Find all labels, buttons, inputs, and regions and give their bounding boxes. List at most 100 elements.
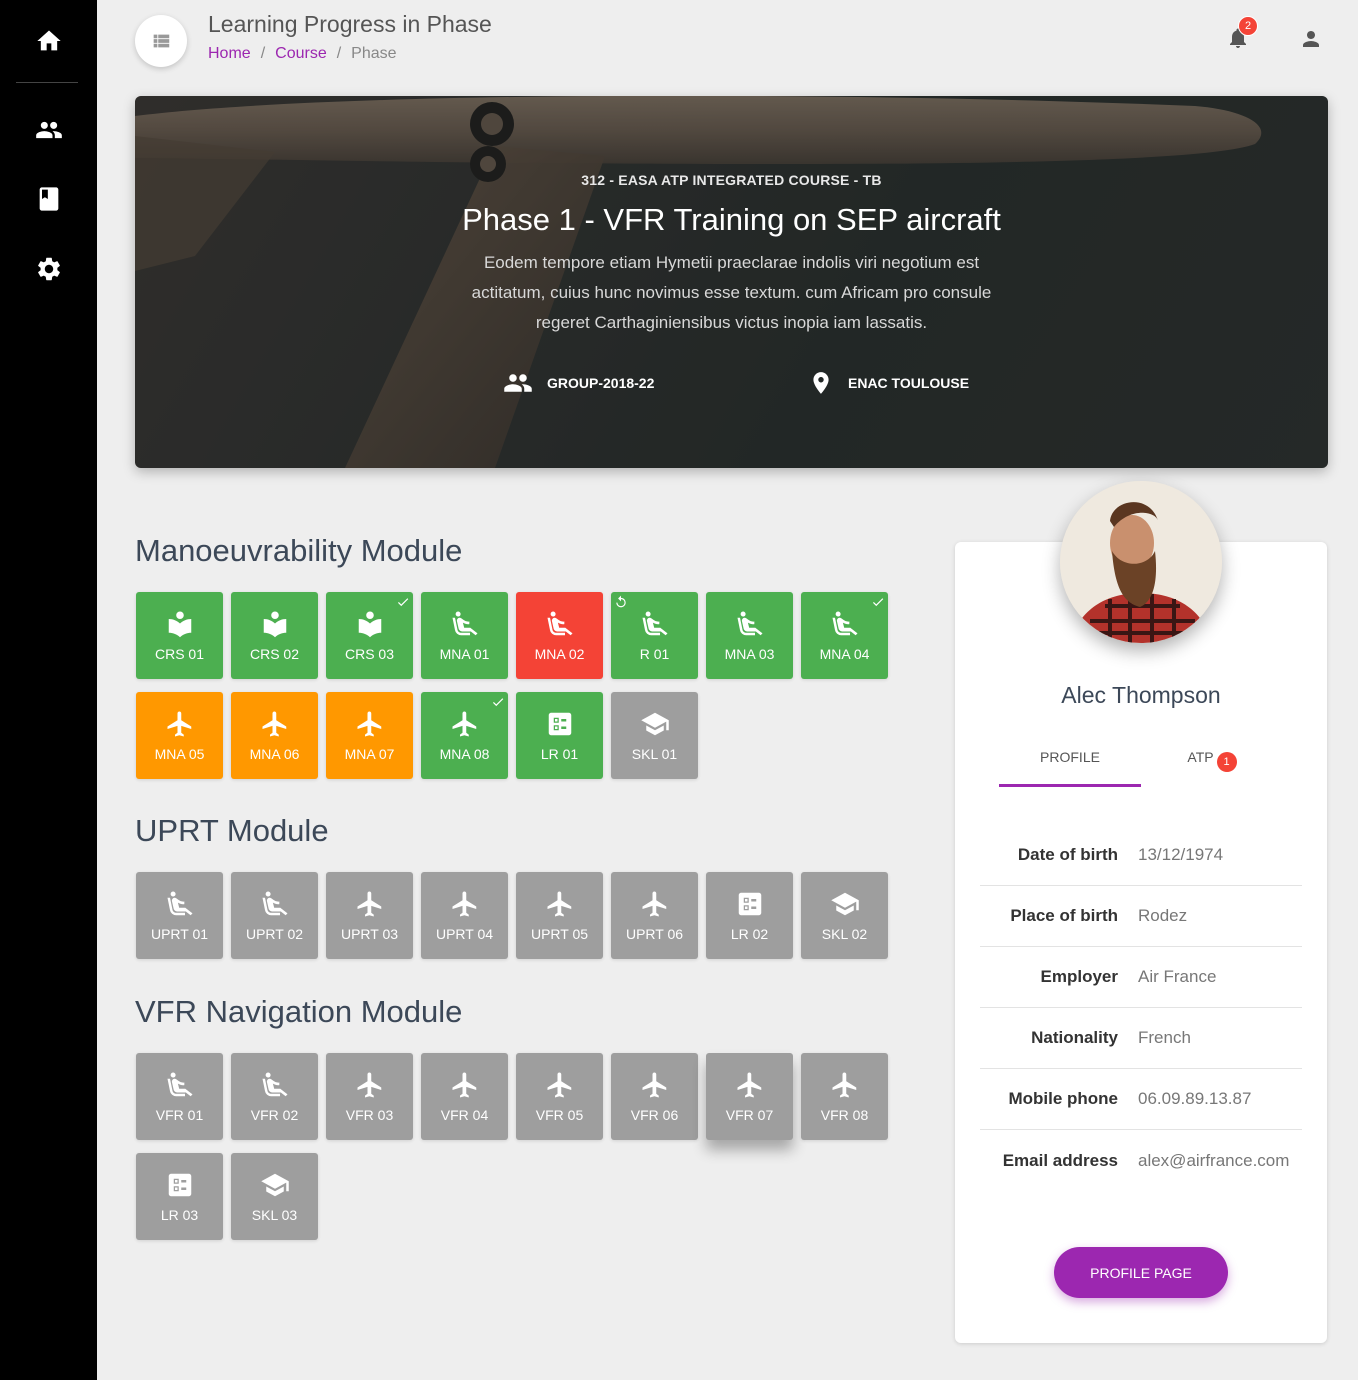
plane-icon <box>355 1070 385 1100</box>
lesson-tile[interactable]: LR 01 <box>516 692 603 779</box>
lesson-tile-label: MNA 03 <box>724 646 775 662</box>
lesson-tile[interactable]: CRS 01 <box>136 592 223 679</box>
breadcrumb-phase: Phase <box>351 45 397 62</box>
lesson-tile[interactable]: VFR 02 <box>231 1053 318 1140</box>
profile-info-row: Nationality French <box>980 1008 1302 1069</box>
lesson-tile-label: LR 01 <box>540 746 579 762</box>
lesson-tile[interactable]: LR 02 <box>706 872 793 959</box>
lesson-tile-label: MNA 07 <box>344 746 395 762</box>
lesson-tile[interactable]: VFR 05 <box>516 1053 603 1140</box>
sidebar-item-users[interactable] <box>0 106 97 154</box>
plane-icon <box>355 709 385 739</box>
user-menu-button[interactable] <box>1299 27 1325 53</box>
lesson-tile[interactable]: VFR 08 <box>801 1053 888 1140</box>
lesson-tile-label: MNA 04 <box>819 646 870 662</box>
lesson-tile[interactable]: LR 03 <box>136 1153 223 1240</box>
plane-icon <box>830 1070 860 1100</box>
plane-icon <box>450 889 480 919</box>
gear-icon <box>35 255 63 283</box>
lesson-tile[interactable]: SKL 01 <box>611 692 698 779</box>
profile-info-value: Rodez <box>1138 906 1188 925</box>
lesson-tile[interactable]: VFR 03 <box>326 1053 413 1140</box>
plane-icon <box>640 1070 670 1100</box>
lesson-tile-label: SKL 03 <box>251 1207 298 1223</box>
checklist-icon <box>545 709 575 739</box>
location-info: ENAC TOULOUSE <box>808 368 969 398</box>
lesson-tile[interactable]: VFR 06 <box>611 1053 698 1140</box>
lesson-tile[interactable]: CRS 02 <box>231 592 318 679</box>
location-pin-icon <box>808 368 834 398</box>
sidebar-item-courses[interactable] <box>0 175 97 223</box>
lesson-tile-label: VFR 06 <box>630 1107 679 1123</box>
lesson-tile[interactable]: MNA 06 <box>231 692 318 779</box>
plane-icon <box>545 889 575 919</box>
lesson-tile-label: UPRT 06 <box>625 926 684 942</box>
lesson-tile[interactable]: UPRT 05 <box>516 872 603 959</box>
lesson-tile[interactable]: UPRT 02 <box>231 872 318 959</box>
tab-profile[interactable]: PROFILE <box>999 749 1141 765</box>
lesson-tile-label: MNA 06 <box>249 746 300 762</box>
lesson-tile[interactable]: MNA 02 <box>516 592 603 679</box>
lesson-tile[interactable]: MNA 04 <box>801 592 888 679</box>
lesson-tile[interactable]: VFR 07 <box>706 1053 793 1140</box>
profile-info-value: Air France <box>1138 967 1217 986</box>
tab-profile-label: PROFILE <box>1040 749 1100 765</box>
lesson-tile[interactable]: UPRT 01 <box>136 872 223 959</box>
page-title: Learning Progress in Phase <box>208 11 492 37</box>
course-subtitle: 312 - EASA ATP INTEGRATED COURSE - TB <box>581 172 882 188</box>
list-icon <box>150 30 172 52</box>
people-icon <box>503 368 533 398</box>
check-icon <box>396 595 410 609</box>
lesson-tile[interactable]: UPRT 04 <box>421 872 508 959</box>
lesson-tile[interactable]: MNA 03 <box>706 592 793 679</box>
retry-icon <box>614 595 628 609</box>
breadcrumb: Home / Course / Phase <box>208 45 397 62</box>
lesson-tile-label: VFR 01 <box>155 1107 204 1123</box>
seat-icon <box>545 609 575 639</box>
notification-badge: 2 <box>1238 16 1258 36</box>
breadcrumb-course[interactable]: Course <box>275 45 327 62</box>
profile-info-key: Mobile phone <box>1008 1089 1118 1108</box>
profile-photo <box>1060 481 1222 643</box>
breadcrumb-home[interactable]: Home <box>208 45 251 62</box>
profile-page-button[interactable]: PROFILE PAGE <box>1054 1247 1228 1298</box>
location-label: ENAC TOULOUSE <box>848 375 970 391</box>
lesson-tile[interactable]: SKL 02 <box>801 872 888 959</box>
profile-info-key: Email address <box>1002 1150 1118 1170</box>
lesson-tile[interactable]: MNA 01 <box>421 592 508 679</box>
sidebar-item-settings[interactable] <box>0 245 97 293</box>
lesson-tile[interactable]: R 01 <box>611 592 698 679</box>
module-title-manoeuvrability: Manoeuvrability Module <box>135 533 463 568</box>
tab-atp[interactable]: ATP 1 <box>1141 749 1283 772</box>
lesson-tile-label: R 01 <box>639 646 670 662</box>
module-title-uprt: UPRT Module <box>135 813 329 848</box>
lesson-tile[interactable]: MNA 05 <box>136 692 223 779</box>
lesson-tile-label: UPRT 04 <box>435 926 494 942</box>
lesson-tile[interactable]: MNA 07 <box>326 692 413 779</box>
lesson-tile[interactable]: UPRT 06 <box>611 872 698 959</box>
book-icon <box>165 609 195 639</box>
plane-icon <box>640 889 670 919</box>
book-icon <box>260 609 290 639</box>
lesson-tile[interactable]: CRS 03 <box>326 592 413 679</box>
seat-icon <box>165 1070 195 1100</box>
seat-icon <box>260 1070 290 1100</box>
lesson-tile[interactable]: UPRT 03 <box>326 872 413 959</box>
lesson-tile-label: UPRT 03 <box>340 926 399 942</box>
lesson-tile-label: SKL 01 <box>631 746 678 762</box>
school-icon <box>260 1170 290 1200</box>
seat-icon <box>165 889 195 919</box>
lesson-tile-label: SKL 02 <box>821 926 868 942</box>
profile-info-row: Date of birth 13/12/1974 <box>980 825 1302 886</box>
people-icon <box>35 116 63 144</box>
plane-icon <box>260 709 290 739</box>
lesson-tile-label: LR 02 <box>730 926 769 942</box>
lesson-tile[interactable]: MNA 08 <box>421 692 508 779</box>
lesson-tile-label: MNA 08 <box>439 746 490 762</box>
sidebar-item-home[interactable] <box>0 17 97 65</box>
lesson-tile[interactable]: VFR 01 <box>136 1053 223 1140</box>
lesson-tile[interactable]: SKL 03 <box>231 1153 318 1240</box>
menu-toggle-button[interactable] <box>135 15 187 67</box>
lesson-tile-label: UPRT 02 <box>245 926 304 942</box>
lesson-tile[interactable]: VFR 04 <box>421 1053 508 1140</box>
